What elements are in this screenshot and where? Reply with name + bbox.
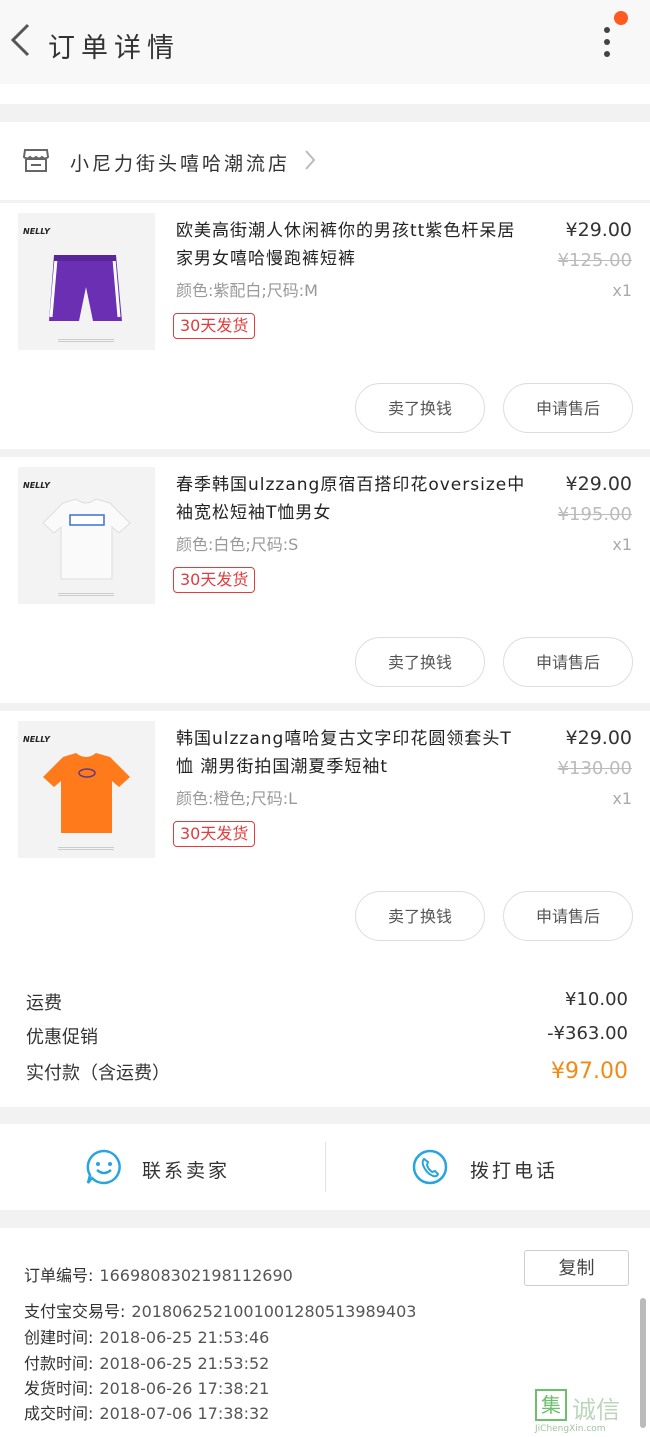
original-price: ¥125.00 — [557, 250, 632, 271]
sell-button[interactable]: 卖了换钱 — [355, 383, 485, 433]
notification-dot — [614, 11, 628, 25]
product-image: NELLY — [18, 721, 155, 858]
created-row: 创建时间: 2018-06-25 21:53:46 — [24, 1324, 269, 1348]
call-button[interactable]: 拨打电话 — [325, 1124, 650, 1210]
product-name: 韩国ulzzang嘻哈复古文字印花圆领套头T恤 潮男街拍国潮夏季短袖t — [176, 729, 512, 777]
watermark-text: 诚信 — [572, 1396, 620, 1424]
alipay-value: 2018062521001001280513989403 — [131, 1302, 417, 1321]
store-icon — [22, 149, 50, 172]
quantity: x1 — [612, 281, 632, 300]
created-value: 2018-06-25 21:53:46 — [99, 1328, 270, 1347]
order-number-label: 订单编号: — [24, 1266, 94, 1285]
phone-icon — [412, 1149, 448, 1185]
image-caption-line — [58, 339, 114, 342]
image-caption-line — [58, 593, 114, 596]
created-label: 创建时间: — [24, 1328, 94, 1347]
original-price: ¥130.00 — [557, 758, 632, 779]
watermark-url: JiChengXin.com — [535, 1424, 606, 1434]
chevron-right-icon — [305, 150, 316, 170]
after-sales-button[interactable]: 申请售后 — [503, 383, 633, 433]
shipped-value: 2018-06-26 17:38:21 — [99, 1379, 270, 1398]
call-label: 拨打电话 — [470, 1160, 559, 1182]
completed-label: 成交时间: — [24, 1404, 94, 1423]
completed-value: 2018-07-06 17:38:32 — [99, 1404, 270, 1423]
discount-value: -¥363.00 — [547, 1023, 628, 1044]
contact-seller-label: 联系卖家 — [142, 1160, 231, 1182]
watermark: 集 诚信 JiChengXin.com — [532, 1388, 650, 1437]
contact-bar: 联系卖家 拨打电话 — [0, 1124, 650, 1210]
product-image: NELLY — [18, 467, 155, 604]
discount-label: 优惠促销 — [26, 1027, 98, 1048]
order-item[interactable]: NELLY 韩国ulzzang嘻哈复古文字印花圆领套头T恤 潮男街拍国潮夏季短袖… — [0, 711, 650, 957]
shipped-row: 发货时间: 2018-06-26 17:38:21 — [24, 1375, 269, 1399]
paid-value: 2018-06-25 21:53:52 — [99, 1354, 270, 1373]
order-number-row: 订单编号: 1669808302198112690 — [24, 1262, 293, 1286]
original-price: ¥195.00 — [557, 504, 632, 525]
chevron-left-icon[interactable] — [8, 22, 32, 58]
shipping-tag: 30天发货 — [173, 821, 256, 847]
price-summary: 运费 ¥10.00 优惠促销 -¥363.00 实付款（含运费） ¥97.00 — [0, 957, 650, 1107]
product-name: 春季韩国ulzzang原宿百搭印花oversize中袖宽松短袖T恤男女 — [176, 475, 526, 523]
product-image: NELLY — [18, 213, 155, 350]
alipay-label: 支付宝交易号: — [24, 1302, 126, 1321]
total-row: 实付款（含运费） ¥97.00 — [26, 1059, 628, 1085]
price: ¥29.00 — [565, 219, 632, 241]
paid-label: 付款时间: — [24, 1354, 94, 1373]
product-name: 欧美高街潮人休闲裤你的男孩tt紫色杆呆居家男女嘻哈慢跑裤短裤 — [176, 221, 516, 269]
chat-smile-icon — [86, 1149, 121, 1185]
orange-tshirt-image — [43, 753, 130, 833]
shorts-image — [49, 255, 122, 321]
product-spec: 颜色:白色;尺码:S — [176, 535, 299, 554]
order-item[interactable]: NELLY 欧美高街潮人休闲裤你的男孩tt紫色杆呆居家男女嘻哈慢跑裤短裤 颜色:… — [0, 203, 650, 449]
order-item[interactable]: NELLY 春季韩国ulzzang原宿百搭印花oversize中袖宽松短袖T恤男… — [0, 457, 650, 703]
shipping-tag: 30天发货 — [173, 313, 256, 339]
quantity: x1 — [612, 789, 632, 808]
product-spec: 颜色:紫配白;尺码:M — [176, 281, 318, 300]
alipay-row: 支付宝交易号: 2018062521001001280513989403 — [24, 1298, 416, 1322]
vertical-dots-icon[interactable] — [595, 22, 619, 62]
shipping-tag: 30天发货 — [173, 567, 256, 593]
shop-row[interactable]: 小尼力街头嘻哈潮流店 — [0, 122, 650, 200]
price: ¥29.00 — [565, 473, 632, 495]
shop-name: 小尼力街头嘻哈潮流店 — [70, 153, 291, 175]
after-sales-button[interactable]: 申请售后 — [503, 891, 633, 941]
contact-seller-button[interactable]: 联系卖家 — [0, 1124, 325, 1210]
price: ¥29.00 — [565, 727, 632, 749]
paid-row: 付款时间: 2018-06-25 21:53:52 — [24, 1350, 269, 1374]
shipping-label: 运费 — [26, 993, 62, 1014]
sell-button[interactable]: 卖了换钱 — [355, 891, 485, 941]
shipped-label: 发货时间: — [24, 1379, 94, 1398]
discount-row: 优惠促销 -¥363.00 — [26, 1023, 628, 1049]
order-number-value: 1669808302198112690 — [99, 1266, 293, 1285]
sell-button[interactable]: 卖了换钱 — [355, 637, 485, 687]
after-sales-button[interactable]: 申请售后 — [503, 637, 633, 687]
watermark-logo: 集 — [535, 1389, 567, 1421]
shipping-row: 运费 ¥10.00 — [26, 989, 628, 1015]
top-bar: 订单详情 — [0, 0, 650, 84]
image-caption-line — [58, 847, 114, 850]
white-tshirt-image — [42, 498, 131, 580]
spacer — [0, 84, 650, 104]
completed-row: 成交时间: 2018-07-06 17:38:32 — [24, 1400, 269, 1424]
copy-button[interactable]: 复制 — [524, 1250, 629, 1286]
shipping-value: ¥10.00 — [565, 989, 628, 1010]
product-spec: 颜色:橙色;尺码:L — [176, 789, 298, 808]
total-label: 实付款（含运费） — [26, 1063, 170, 1084]
quantity: x1 — [612, 535, 632, 554]
page-title: 订单详情 — [48, 33, 180, 64]
total-value: ¥97.00 — [551, 1059, 628, 1084]
